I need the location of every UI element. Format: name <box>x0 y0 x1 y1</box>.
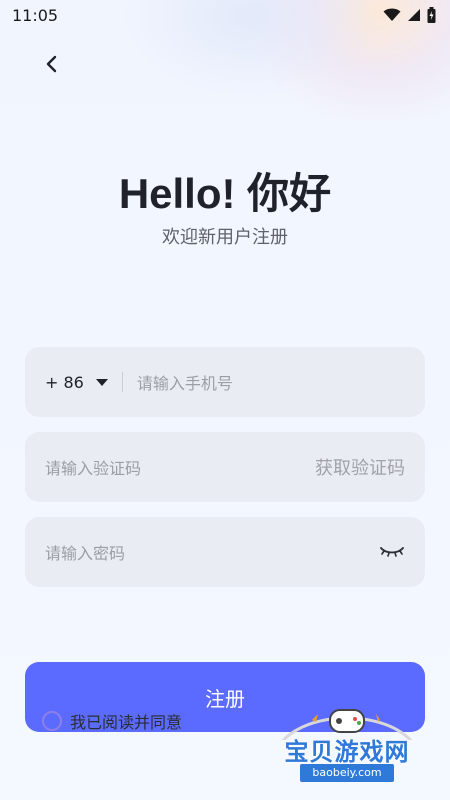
password-field[interactable]: 请输入密码 <box>25 517 425 587</box>
get-code-button[interactable]: 获取验证码 <box>315 454 405 480</box>
dropdown-caret-icon <box>95 378 108 386</box>
verification-code-field[interactable]: 请输入验证码 获取验证码 <box>25 432 425 502</box>
chevron-left-icon <box>46 55 57 73</box>
watermark-text: 宝贝游戏网 <box>284 738 410 766</box>
back-button[interactable] <box>38 50 66 78</box>
register-button-label: 注册 <box>205 686 245 711</box>
phone-field[interactable]: + 86 请输入手机号 <box>25 347 425 417</box>
phone-input-placeholder[interactable]: 请输入手机号 <box>137 370 233 394</box>
agreement-radio[interactable] <box>42 711 62 731</box>
eye-closed-icon[interactable] <box>379 544 405 560</box>
status-icons <box>383 7 436 23</box>
signal-icon <box>408 9 420 21</box>
watermark: 宝贝游戏网 baobeiy.com <box>272 700 422 800</box>
country-code-selector[interactable]: + 86 <box>45 373 108 392</box>
wifi-icon <box>383 8 401 21</box>
password-input-placeholder[interactable]: 请输入密码 <box>45 540 125 564</box>
page-subtitle: 欢迎新用户注册 <box>162 227 288 248</box>
page-title: Hello! 你好 <box>118 170 332 217</box>
divider <box>121 372 123 392</box>
agreement-row[interactable]: 我已阅读并同意 <box>42 709 182 733</box>
country-code: + 86 <box>45 372 84 392</box>
status-time: 11:05 <box>12 5 59 25</box>
agreement-label: 我已阅读并同意 <box>70 713 183 732</box>
status-bar: 11:05 <box>0 0 450 30</box>
code-input-placeholder[interactable]: 请输入验证码 <box>45 455 141 479</box>
watermark-url: baobeiy.com <box>300 764 394 782</box>
battery-icon <box>427 7 436 23</box>
